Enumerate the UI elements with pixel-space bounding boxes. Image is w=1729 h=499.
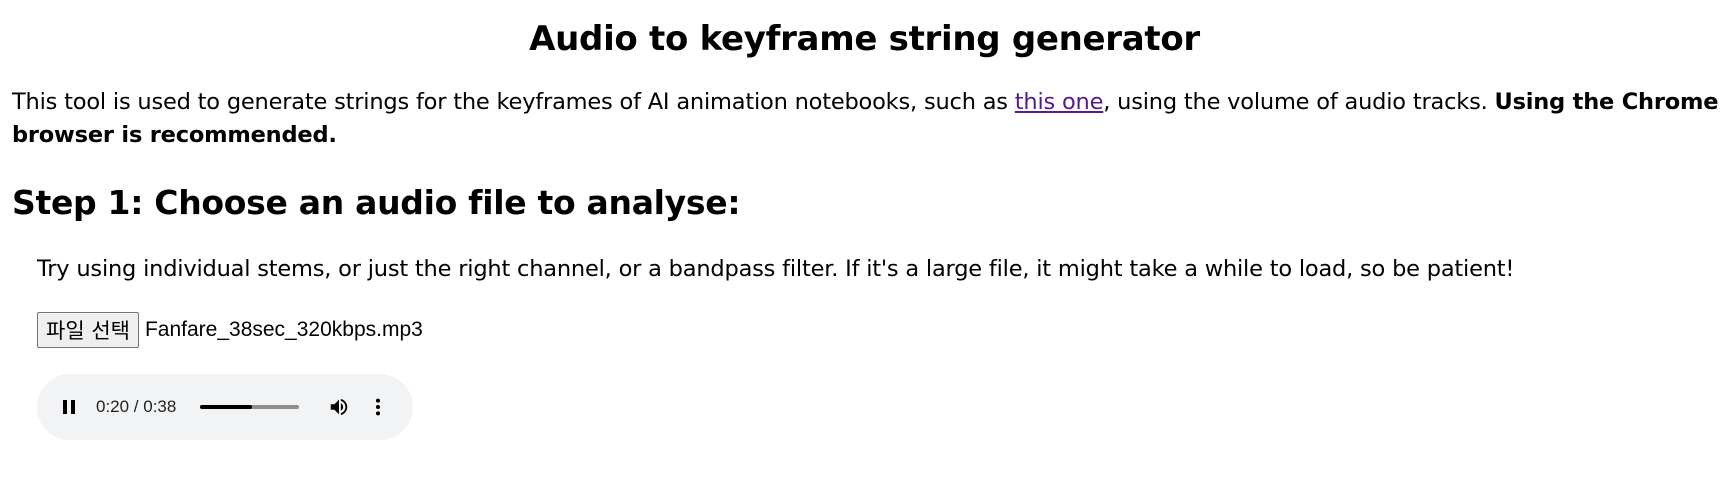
more-vert-icon[interactable] xyxy=(367,396,389,418)
notebook-link[interactable]: this one xyxy=(1015,89,1104,115)
seek-slider[interactable] xyxy=(200,405,299,409)
step1-hint: Try using individual stems, or just the … xyxy=(37,256,1515,282)
pause-icon[interactable] xyxy=(61,398,79,416)
choose-file-button[interactable]: 파일 선택 xyxy=(37,312,139,348)
file-input[interactable]: 파일 선택 Fanfare_38sec_320kbps.mp3 xyxy=(37,311,423,349)
audio-player[interactable]: 0:20 / 0:38 xyxy=(37,374,413,440)
intro-text-after-link: , using the volume of audio tracks. xyxy=(1103,89,1495,115)
page-title: Audio to keyframe string generator xyxy=(529,19,1200,59)
volume-icon[interactable] xyxy=(328,396,350,418)
selected-file-name: Fanfare_38sec_320kbps.mp3 xyxy=(144,318,423,341)
seek-progress xyxy=(200,405,253,409)
intro-paragraph: This tool is used to generate strings fo… xyxy=(12,86,1724,152)
intro-text: This tool is used to generate strings fo… xyxy=(12,89,1015,115)
step1-heading: Step 1: Choose an audio file to analyse: xyxy=(12,183,741,222)
time-display: 0:20 / 0:38 xyxy=(96,397,177,416)
